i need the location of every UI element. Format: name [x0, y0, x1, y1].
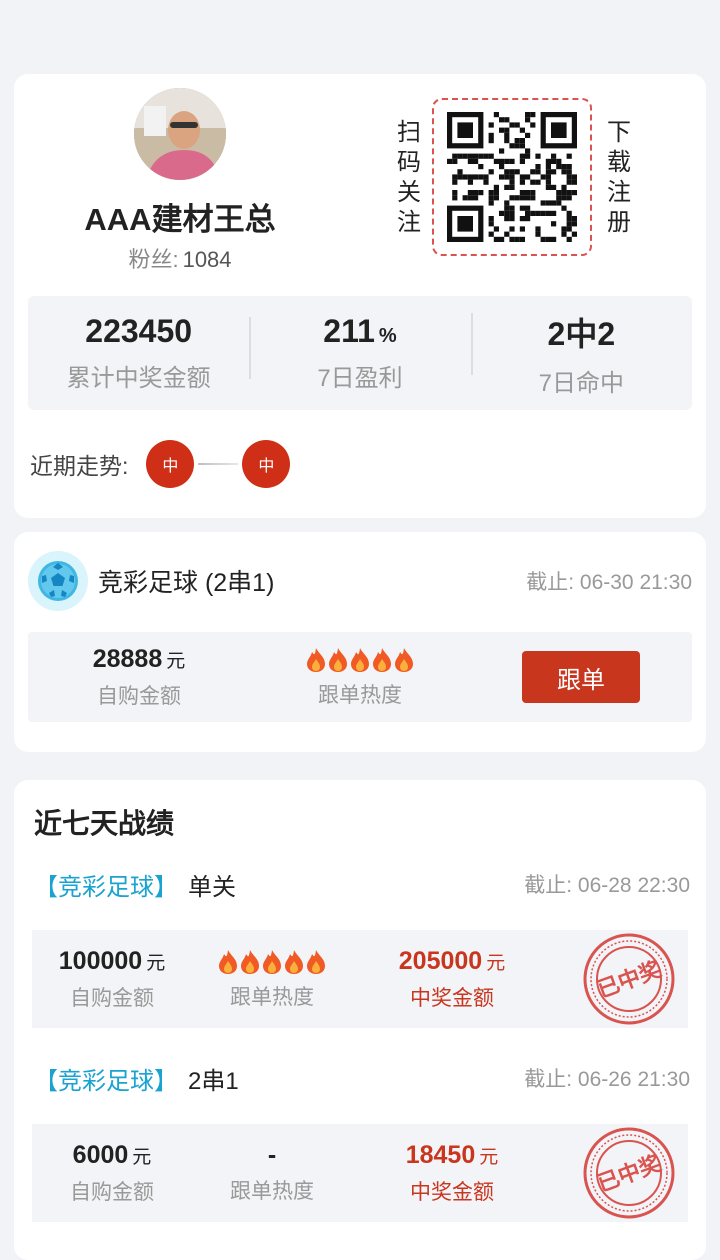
won-stamp-icon: 已中奖	[582, 932, 676, 1031]
record-header[interactable]: 【竞彩足球】 单关 截止: 06-28 22:30	[34, 864, 690, 904]
flame-icon	[373, 648, 391, 672]
buy-amount-label: 自购金额	[70, 1180, 154, 1204]
stat-label: 7日盈利	[317, 365, 403, 392]
buy-amount-cell: 6000 元 自购金额	[32, 1141, 192, 1206]
scan-follow-text: 扫码关注	[397, 119, 421, 236]
win-amount: 205000	[398, 946, 483, 975]
flame-icon	[219, 950, 237, 974]
stat-unit: %	[378, 325, 397, 347]
game-type: 2串1	[188, 1067, 239, 1095]
stat-value: 2中2	[547, 315, 616, 352]
currency-unit: 元	[132, 1146, 152, 1168]
currency-unit: 元	[166, 650, 186, 672]
buy-amount: 28888	[92, 644, 163, 673]
qr-code-image	[447, 112, 577, 242]
heat-cell: 跟单热度	[192, 947, 352, 1011]
buy-amount: 100000	[58, 946, 143, 975]
stat-7day-profit: 211% 7日盈利	[249, 313, 470, 393]
flame-icon	[307, 950, 325, 974]
profile-card: AAA建材王总 粉丝: 1084 扫码关注 下载注册 223450 累计中奖金额 …	[14, 74, 706, 518]
records-card: 近七天战绩 【竞彩足球】 单关 截止: 06-28 22:30 100000 元 …	[14, 780, 706, 1260]
fans-count: 粉丝: 1084	[14, 242, 346, 274]
stats-panel: 223450 累计中奖金额 211% 7日盈利 2中2 7日命中	[28, 296, 692, 410]
record-deadline: 截止: 06-28 22:30	[524, 874, 690, 897]
game-tag: 【竞彩足球】	[34, 873, 178, 901]
heat-flames	[192, 947, 352, 975]
flame-icon	[329, 648, 347, 672]
record-deadline: 截止: 06-26 21:30	[524, 1068, 690, 1091]
plan-detail-row: 28888 元 自购金额 跟单热度 跟单	[28, 632, 692, 722]
stat-label: 7日命中	[538, 369, 624, 397]
heat-label: 跟单热度	[230, 1180, 314, 1203]
buy-amount-cell: 28888 元 自购金额	[28, 645, 250, 710]
currency-unit: 元	[146, 952, 166, 974]
flame-icon	[285, 950, 303, 974]
qr-code[interactable]	[432, 98, 592, 256]
flame-icon	[263, 950, 281, 974]
stat-7day-hit: 2中2 7日命中	[470, 309, 692, 398]
records-title: 近七天战绩	[34, 808, 175, 839]
record-row[interactable]: 6000 元 自购金额 - 跟单热度 18450 元 中奖金额 已中奖	[32, 1124, 688, 1222]
fans-label: 粉丝:	[128, 247, 179, 272]
won-stamp-icon: 已中奖	[582, 1126, 676, 1225]
heat-value: -	[267, 1141, 277, 1169]
heat-label: 跟单热度	[230, 986, 314, 1009]
heat-cell: - 跟单热度	[192, 1141, 352, 1205]
follow-button[interactable]: 跟单	[522, 651, 640, 703]
plan-deadline: 截止: 06-30 21:30	[526, 571, 692, 594]
buy-amount-cell: 100000 元 自购金额	[32, 947, 192, 1012]
win-amount: 18450	[405, 1140, 476, 1169]
stat-total-win: 223450 累计中奖金额	[28, 313, 249, 393]
plan-card[interactable]: 竞彩足球 (2串1) 截止: 06-30 21:30 28888 元 自购金额 跟…	[14, 532, 706, 752]
follow-cell: 跟单	[470, 651, 692, 703]
buy-amount-label: 自购金额	[70, 986, 154, 1010]
stat-label: 累计中奖金额	[66, 365, 211, 392]
trend-label: 近期走势:	[30, 453, 129, 479]
buy-amount-label: 自购金额	[97, 684, 181, 708]
win-amount-label: 中奖金额	[410, 986, 494, 1010]
flame-icon	[241, 950, 259, 974]
avatar[interactable]	[134, 88, 226, 180]
record-row[interactable]: 100000 元 自购金额 跟单热度 205000 元 中奖金额 已中奖	[32, 930, 688, 1028]
buy-amount: 6000	[72, 1140, 129, 1169]
heat-flames	[250, 645, 470, 673]
trend-dot: 中	[242, 440, 291, 488]
heat-label: 跟单热度	[318, 684, 402, 707]
username: AAA建材王总	[84, 202, 276, 237]
currency-unit: 元	[486, 952, 506, 974]
download-register-text: 下载注册	[607, 119, 631, 236]
plan-title: 竞彩足球 (2串1)	[98, 569, 275, 597]
heat-cell: 跟单热度	[250, 645, 470, 709]
recent-trend: 近期走势: 中 中	[30, 440, 291, 488]
stat-value: 211	[323, 313, 375, 349]
plan-header: 竞彩足球 (2串1) 截止: 06-30 21:30	[28, 550, 692, 612]
fans-number: 1084	[182, 247, 232, 272]
stat-value: 223450	[85, 313, 193, 349]
game-tag: 【竞彩足球】	[34, 1067, 178, 1095]
flame-icon	[307, 648, 325, 672]
game-type: 单关	[188, 873, 236, 901]
win-amount-label: 中奖金额	[410, 1180, 494, 1204]
record-header[interactable]: 【竞彩足球】 2串1 截止: 06-26 21:30	[34, 1058, 690, 1098]
win-amount-cell: 18450 元 中奖金额	[352, 1141, 552, 1206]
football-icon	[28, 551, 88, 611]
win-amount-cell: 205000 元 中奖金额	[352, 947, 552, 1012]
flame-icon	[351, 648, 369, 672]
trend-dot: 中	[146, 440, 195, 488]
flame-icon	[395, 648, 413, 672]
trend-connector	[198, 463, 239, 465]
currency-unit: 元	[479, 1146, 499, 1168]
